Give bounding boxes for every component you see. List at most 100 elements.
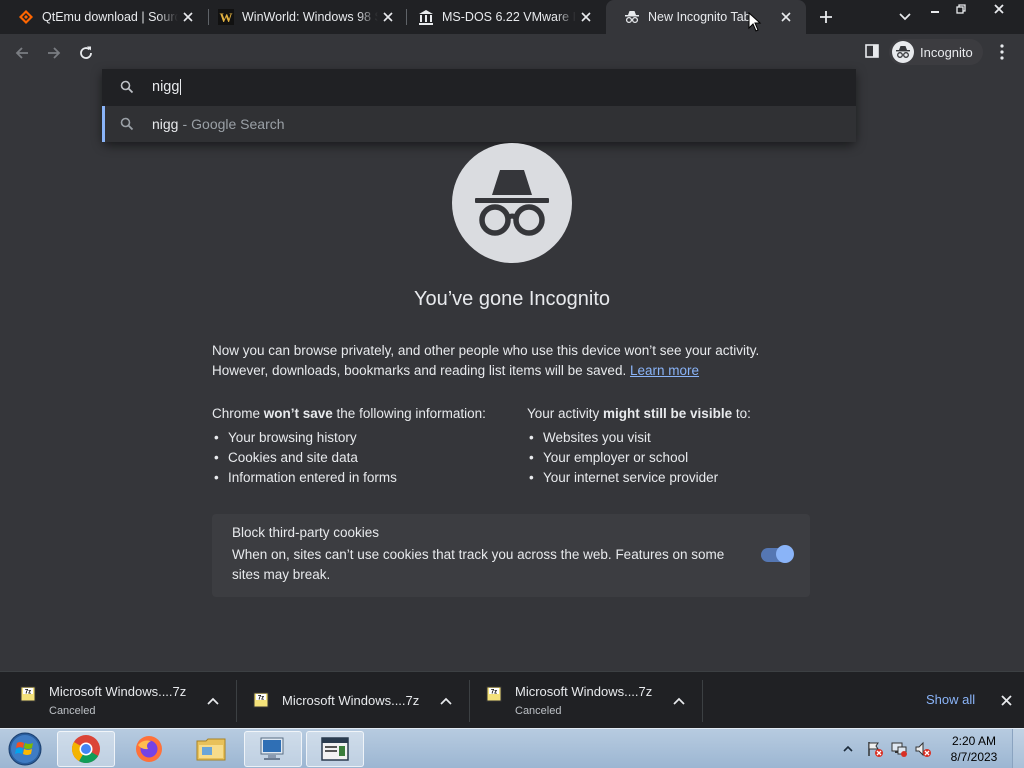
cookie-description: When on, sites can’t use cookies that tr… bbox=[232, 547, 725, 582]
chrome-icon bbox=[72, 735, 100, 763]
omnibox-dropdown: nigg nigg - Google Search bbox=[102, 69, 856, 142]
download-shelf: 7z Microsoft Windows....7z Canceled 7z M… bbox=[0, 671, 1024, 728]
close-icon bbox=[1000, 694, 1012, 706]
omnibox[interactable]: nigg bbox=[102, 69, 856, 104]
forward-button[interactable] bbox=[42, 41, 66, 65]
tab-title: WinWorld: Windows 98 SE bbox=[242, 10, 378, 24]
sourceforge-diamond-icon bbox=[18, 9, 34, 25]
new-tab-button[interactable] bbox=[816, 7, 836, 27]
close-shelf-button[interactable] bbox=[998, 692, 1014, 708]
tab-winworld[interactable]: W WinWorld: Windows 98 SE bbox=[200, 0, 408, 34]
tab-close-icon[interactable] bbox=[576, 7, 596, 27]
volume-muted-icon[interactable] bbox=[914, 740, 932, 758]
network-icon[interactable] bbox=[890, 740, 908, 758]
clock-date: 8/7/2023 bbox=[950, 750, 998, 764]
suggestion-engine: Google Search bbox=[191, 116, 285, 132]
still-visible-list: Websites you visit Your employer or scho… bbox=[527, 428, 817, 488]
download-divider bbox=[702, 680, 703, 722]
toggle-knob bbox=[776, 545, 794, 563]
7z-file-icon: 7z bbox=[253, 692, 269, 708]
download-status: Canceled bbox=[49, 705, 96, 717]
search-icon bbox=[120, 80, 134, 93]
chevron-down-icon bbox=[899, 13, 911, 21]
computer-icon bbox=[260, 737, 284, 760]
list-item: Your employer or school bbox=[527, 448, 817, 468]
tab-incognito[interactable]: New Incognito Tab bbox=[606, 0, 806, 34]
windows-taskbar: 2:20 AM 8/7/2023 bbox=[0, 728, 1024, 768]
reload-button[interactable] bbox=[74, 41, 98, 65]
archive-building-icon bbox=[418, 9, 434, 25]
windows-start-orb-icon bbox=[8, 732, 42, 766]
explorer-folder-icon bbox=[196, 738, 226, 761]
start-button[interactable] bbox=[6, 731, 44, 767]
address-input[interactable]: nigg bbox=[152, 78, 182, 95]
tab-close-icon[interactable] bbox=[776, 7, 796, 27]
list-item: Your internet service provider bbox=[527, 468, 817, 488]
more-vert-icon bbox=[1000, 44, 1004, 60]
svg-text:7z: 7z bbox=[491, 690, 497, 696]
chevron-up-icon[interactable] bbox=[439, 694, 453, 708]
wont-save-section: Chrome won’t save the following informat… bbox=[212, 404, 522, 488]
suggestion-separator: - bbox=[182, 116, 188, 132]
window-close-button[interactable] bbox=[974, 0, 1024, 18]
tab-close-icon[interactable] bbox=[178, 7, 198, 27]
incognito-icon bbox=[624, 9, 640, 25]
taskbar-explorer[interactable] bbox=[182, 731, 240, 767]
download-item[interactable]: 7z Microsoft Windows....7z bbox=[237, 672, 469, 728]
download-item[interactable]: 7z Microsoft Windows....7z Canceled bbox=[470, 672, 702, 728]
profile-button[interactable]: Incognito bbox=[889, 39, 983, 65]
7z-file-icon: 7z bbox=[486, 686, 502, 702]
tab-title: QtEmu download | SourceForge.net bbox=[42, 10, 178, 24]
action-center-icon[interactable] bbox=[866, 740, 884, 758]
side-panel-button[interactable] bbox=[863, 42, 881, 60]
chevron-up-icon[interactable] bbox=[672, 694, 686, 708]
app-window-icon bbox=[321, 737, 349, 761]
tab-msdos[interactable]: MS-DOS 6.22 VMware Image bbox=[400, 0, 606, 34]
list-item: Your browsing history bbox=[212, 428, 522, 448]
tab-search-button[interactable] bbox=[895, 7, 915, 27]
intro-line-2: However, downloads, bookmarks and readin… bbox=[212, 363, 627, 378]
svg-text:7z: 7z bbox=[258, 696, 264, 702]
download-status: Canceled bbox=[515, 705, 562, 717]
minimize-button[interactable] bbox=[922, 0, 948, 18]
tray-expand-icon[interactable] bbox=[842, 743, 854, 755]
tab-close-icon[interactable] bbox=[378, 7, 398, 27]
window-controls bbox=[922, 0, 1024, 18]
still-visible-heading: Your activity might still be visible to: bbox=[527, 406, 751, 421]
download-item[interactable]: 7z Microsoft Windows....7z Canceled bbox=[0, 672, 236, 728]
taskbar-firefox[interactable] bbox=[120, 731, 178, 767]
reload-icon bbox=[80, 46, 92, 59]
back-button[interactable] bbox=[10, 41, 34, 65]
arrow-left-icon bbox=[15, 47, 28, 59]
block-cookies-toggle[interactable] bbox=[761, 545, 794, 563]
wont-save-heading: Chrome won’t save the following informat… bbox=[212, 406, 486, 421]
suggestion-query: nigg bbox=[152, 116, 179, 132]
cookie-controls-card: Block third-party cookies When on, sites… bbox=[212, 514, 810, 597]
restore-button[interactable] bbox=[948, 0, 974, 18]
incognito-hero-icon bbox=[452, 143, 572, 263]
tab-title: MS-DOS 6.22 VMware Image bbox=[442, 10, 576, 24]
winworld-logo-icon: W bbox=[218, 9, 234, 25]
download-filename: Microsoft Windows....7z bbox=[282, 693, 420, 708]
taskbar-app[interactable] bbox=[306, 731, 364, 767]
tab-qtemu[interactable]: QtEmu download | SourceForge.net bbox=[0, 0, 208, 34]
show-all-downloads-link[interactable]: Show all bbox=[926, 692, 975, 707]
profile-label: Incognito bbox=[920, 44, 973, 60]
chrome-menu-button[interactable] bbox=[994, 42, 1010, 62]
still-visible-section: Your activity might still be visible to:… bbox=[527, 404, 817, 488]
chevron-up-icon[interactable] bbox=[206, 694, 220, 708]
show-desktop-button[interactable] bbox=[1012, 729, 1024, 768]
download-filename: Microsoft Windows....7z bbox=[515, 684, 653, 699]
browser-toolbar: nigg nigg - Google Search Incognito bbox=[0, 34, 1024, 142]
arrow-right-icon bbox=[48, 47, 61, 59]
svg-text:W: W bbox=[220, 10, 233, 25]
taskbar-computer[interactable] bbox=[244, 731, 302, 767]
cookie-title: Block third-party cookies bbox=[232, 525, 380, 540]
learn-more-link[interactable]: Learn more bbox=[630, 363, 699, 378]
list-item: Information entered in forms bbox=[212, 468, 522, 488]
taskbar-chrome[interactable] bbox=[57, 731, 115, 767]
taskbar-clock[interactable]: 2:20 AM 8/7/2023 bbox=[944, 733, 1004, 765]
omnibox-suggestion[interactable]: nigg - Google Search bbox=[102, 106, 856, 142]
list-item: Websites you visit bbox=[527, 428, 817, 448]
download-filename: Microsoft Windows....7z bbox=[49, 684, 187, 699]
